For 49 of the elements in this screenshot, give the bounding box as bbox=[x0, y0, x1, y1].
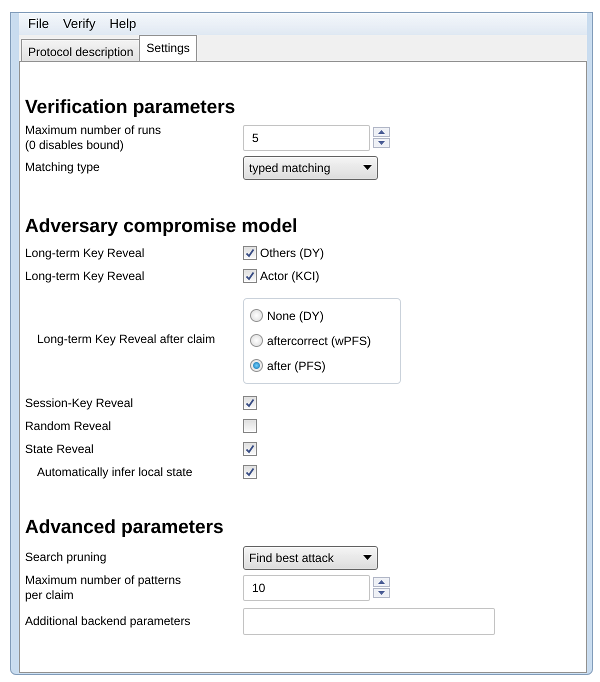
field-label: Matching type bbox=[25, 160, 101, 175]
field-label: Long-term Key Reveal bbox=[25, 268, 146, 284]
field-label: Automatically infer local state bbox=[36, 464, 194, 480]
arrow-down-icon bbox=[378, 591, 385, 595]
number-field[interactable]: 10 bbox=[243, 574, 370, 600]
radio-button[interactable] bbox=[250, 334, 263, 347]
field-label: Long-term Key Reveal after claim bbox=[36, 332, 216, 347]
section-heading: Verification parameters bbox=[25, 96, 236, 120]
radio-button[interactable] bbox=[250, 359, 263, 372]
arrow-up-icon bbox=[378, 580, 385, 584]
radio-button[interactable] bbox=[250, 309, 263, 322]
spin-down-button[interactable] bbox=[373, 138, 390, 148]
radio-option[interactable]: aftercorrect (wPFS) bbox=[250, 332, 394, 350]
tab[interactable]: Settings bbox=[139, 34, 197, 60]
dropdown[interactable]: typed matching bbox=[243, 156, 378, 180]
field-label: Session-Key Reveal bbox=[25, 396, 134, 410]
checkbox[interactable] bbox=[243, 246, 257, 260]
tab[interactable]: Protocol description bbox=[21, 38, 140, 60]
section-heading: Adversary compromise model bbox=[25, 214, 298, 238]
checkbox[interactable] bbox=[243, 269, 257, 283]
radio-option[interactable]: after (PFS) bbox=[250, 356, 394, 374]
text-field[interactable] bbox=[243, 608, 495, 634]
section-heading: Advanced parameters bbox=[25, 516, 225, 540]
checkbox[interactable] bbox=[243, 442, 257, 456]
field-label: Random Reveal bbox=[25, 418, 112, 434]
field-label: Search pruning bbox=[25, 550, 108, 565]
field-label: Long-term Key Reveal bbox=[25, 246, 146, 260]
field-label: Maximum number of runs (0 disables bound) bbox=[25, 122, 162, 152]
field-label: Maximum number of patterns per claim bbox=[25, 572, 182, 602]
spin-up-button[interactable] bbox=[373, 127, 390, 137]
spin-up-button[interactable] bbox=[373, 577, 390, 587]
field-label: Additional backend parameters bbox=[25, 614, 192, 628]
caret-icon bbox=[363, 555, 372, 560]
caret-icon bbox=[363, 165, 372, 170]
checkbox-label: Actor (KCI) bbox=[260, 268, 320, 285]
checkbox[interactable] bbox=[243, 465, 257, 479]
arrow-down-icon bbox=[378, 141, 385, 145]
field-label: State Reveal bbox=[25, 442, 95, 456]
radio-option[interactable]: None (DY) bbox=[250, 306, 394, 324]
checkbox[interactable] bbox=[243, 396, 257, 410]
menu-item[interactable]: File bbox=[21, 13, 56, 34]
number-field[interactable]: 5 bbox=[243, 124, 370, 150]
checkbox[interactable] bbox=[243, 419, 257, 433]
arrow-up-icon bbox=[378, 130, 385, 134]
spin-down-button[interactable] bbox=[373, 588, 390, 598]
menu-item[interactable]: Help bbox=[102, 13, 144, 34]
checkbox-label: Others (DY) bbox=[260, 245, 324, 262]
dropdown[interactable]: Find best attack bbox=[243, 546, 378, 570]
menu-item[interactable]: Verify bbox=[56, 13, 102, 34]
